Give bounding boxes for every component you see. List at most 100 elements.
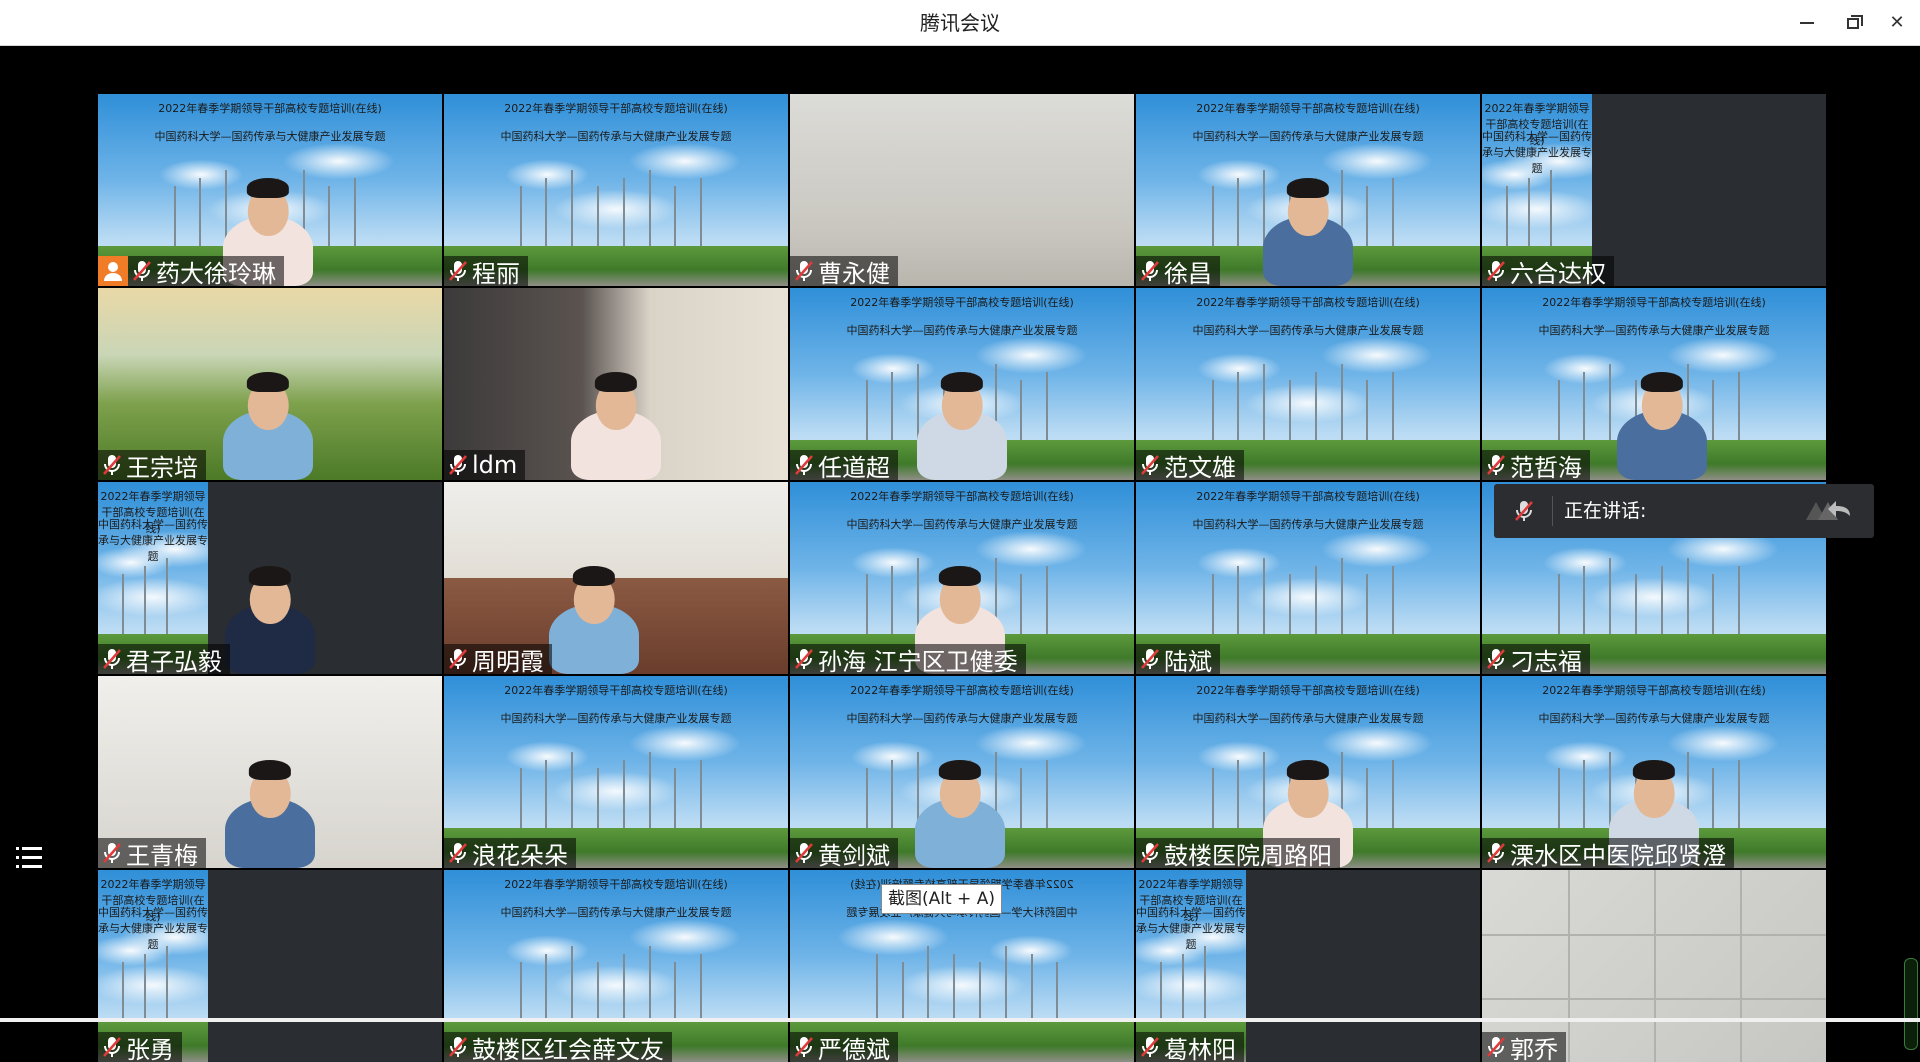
list-icon (8, 838, 52, 878)
participant-nameplate: 范哲海 (1482, 450, 1590, 480)
restore-icon (1847, 18, 1859, 29)
video-tile[interactable]: 2022年春季学期领导干部高校专题培训(在线)中国药科大学—国药传承与大健康产业… (98, 870, 442, 1062)
banner-line-2: 中国药科大学—国药传承与大健康产业发展专题 (790, 710, 1134, 726)
banner-line-2: 中国药科大学—国药传承与大健康产业发展专题 (1136, 710, 1480, 726)
video-tile[interactable]: 周明霞 (444, 482, 788, 674)
participant-video-person (915, 798, 1005, 868)
participant-name: 黄剑斌 (818, 836, 890, 869)
participant-name: 张勇 (126, 1030, 174, 1062)
video-tile[interactable]: 郭乔 (1482, 870, 1826, 1062)
mic-muted-icon (1486, 841, 1506, 865)
banner-line-1: 2022年春季学期领导干部高校专题培训(在线) (1136, 100, 1480, 116)
banner-line-2: 中国药科大学—国药传承与大健康产业发展专题 (1482, 322, 1826, 338)
participant-name: 范哲海 (1510, 448, 1582, 481)
participant-nameplate: 六合达权 (1482, 256, 1614, 286)
mic-muted-icon (1486, 453, 1506, 477)
speaking-indicator: 正在讲话: (1494, 484, 1874, 538)
participant-name: ldm (472, 451, 517, 479)
screenshot-tooltip: 截图(Alt + A) (881, 884, 1002, 914)
title-bar: 腾讯会议 ✕ (0, 0, 1920, 46)
video-tile[interactable]: 2022年春季学期领导干部高校专题培训(在线) 中国药科大学—国药传承与大健康产业… (1482, 288, 1826, 480)
participant-name: 曹永健 (818, 254, 890, 287)
side-scroll-handle[interactable] (1904, 958, 1918, 1050)
maximize-button[interactable] (1830, 0, 1876, 46)
participant-nameplate: 王青梅 (98, 838, 206, 868)
participant-video-person (549, 604, 639, 674)
video-tile[interactable]: 2022年春季学期领导干部高校专题培训(在线)中国药科大学—国药传承与大健康产业… (1136, 94, 1480, 286)
banner-line-2: 中国药科大学—国药传承与大健康产业发展专题 (1482, 128, 1592, 176)
mic-muted-icon (1486, 1035, 1506, 1059)
video-tile[interactable]: 2022年春季学期领导干部高校专题培训(在线)中国药科大学—国药传承与大健康产业… (98, 482, 442, 674)
participant-nameplate: 孙海 江宁区卫健委 (790, 644, 1026, 674)
banner-line-2: 中国药科大学—国药传承与大健康产业发展专题 (790, 516, 1134, 532)
video-tile[interactable]: 2022年春季学期领导干部高校专题培训(在线)中国药科大学—国药传承与大健康产业… (444, 870, 788, 1062)
participant-nameplate: 徐昌 (1136, 256, 1220, 286)
mic-muted-icon (794, 841, 814, 865)
video-tile[interactable]: ldm (444, 288, 788, 480)
mic-muted-icon (1486, 259, 1506, 283)
participant-name: 严德斌 (818, 1030, 890, 1062)
video-tile[interactable]: 2022年春季学期领导干部高校专题培训(在线)中国药科大学—国药传承与大健康产业… (1482, 94, 1826, 286)
banner-line-2: 中国药科大学—国药传承与大健康产业发展专题 (1136, 516, 1480, 532)
participant-name: 周明霞 (472, 642, 544, 675)
banner-line-1: 2022年春季学期领导干部高校专题培训(在线) (1482, 294, 1826, 310)
participant-name: 王青梅 (126, 836, 198, 869)
mic-muted-icon (448, 1035, 468, 1059)
participant-name: 任道超 (818, 448, 890, 481)
banner-line-1: 2022年春季学期领导干部高校专题培训(在线) (790, 488, 1134, 504)
participant-list-button[interactable] (8, 838, 52, 878)
video-tile[interactable]: 2022年春季学期领导干部高校专题培训(在线)中国药科大学—国药传承与大健康产业… (444, 94, 788, 286)
mic-muted-icon (1140, 841, 1160, 865)
participant-nameplate: 任道超 (790, 450, 898, 480)
banner-line-2: 中国药科大学—国药传承与大健康产业发展专题 (444, 128, 788, 144)
banner-line-2: 中国药科大学—国药传承与大健康产业发展专题 (98, 516, 208, 564)
participant-nameplate: 陆斌 (1136, 644, 1220, 674)
video-tile[interactable]: 王宗培 (98, 288, 442, 480)
banner-line-2: 中国药科大学—国药传承与大健康产业发展专题 (444, 710, 788, 726)
banner-line-1: 2022年春季学期领导干部高校专题培训(在线) (1482, 682, 1826, 698)
reply-icon[interactable] (1804, 496, 1856, 530)
mic-muted-icon (794, 259, 814, 283)
banner-line-2: 中国药科大学—国药传承与大健康产业发展专题 (98, 128, 442, 144)
mic-muted-icon (1140, 647, 1160, 671)
participant-name: 孙海 江宁区卫健委 (818, 642, 1018, 675)
video-tile[interactable]: 2022年春季学期领导干部高校专题培训(在线) 中国药科大学—国药传承与大健康产业… (790, 482, 1134, 674)
banner-line-1: 2022年春季学期领导干部高校专题培训(在线) (1136, 294, 1480, 310)
participant-name: 刁志福 (1510, 642, 1582, 675)
video-tile[interactable]: 曹永健 (790, 94, 1134, 286)
video-tile[interactable]: 2022年春季学期领导干部高校专题培训(在线)中国药科大学—国药传承与大健康产业… (1482, 676, 1826, 868)
close-icon: ✕ (1889, 12, 1904, 33)
mic-muted-icon (1140, 453, 1160, 477)
mic-muted-icon (102, 453, 122, 477)
minimize-button[interactable] (1784, 0, 1830, 46)
participant-name: 浪花朵朵 (472, 836, 568, 869)
banner-line-2: 中国药科大学—国药传承与大健康产业发展专题 (444, 904, 788, 920)
speaking-label: 正在讲话: (1564, 484, 1646, 538)
video-tile[interactable]: 2022年春季学期领导干部高校专题培训(在线)中国药科大学—国药传承与大健康产业… (790, 676, 1134, 868)
participant-video-person (1617, 410, 1707, 480)
mic-muted-icon (448, 647, 468, 671)
video-tile[interactable]: 2022年春季学期领导干部高校专题培训(在线)中国药科大学—国药传承与大健康产业… (98, 94, 442, 286)
close-button[interactable]: ✕ (1874, 0, 1920, 46)
participant-name: 君子弘毅 (126, 642, 222, 675)
banner-line-1: 2022年春季学期领导干部高校专题培训(在线) (1136, 682, 1480, 698)
video-tile[interactable]: 2022年春季学期领导干部高校专题培训(在线) 中国药科大学—国药传承与大健康产业… (1136, 676, 1480, 868)
participant-nameplate: 范文雄 (1136, 450, 1244, 480)
mic-muted-icon (1514, 499, 1534, 527)
participant-nameplate: 药大徐玲琳 (98, 256, 284, 286)
mic-muted-icon (448, 259, 468, 283)
banner-line-2: 中国药科大学—国药传承与大健康产业发展专题 (1136, 322, 1480, 338)
video-tile[interactable]: 2022年春季学期领导干部高校专题培训(在线)中国药科大学—国药传承与大健康产业… (1136, 482, 1480, 674)
video-tile[interactable]: 2022年春季学期领导干部高校专题培训(在线)中国药科大学—国药传承与大健康产业… (444, 676, 788, 868)
participant-name: 陆斌 (1164, 642, 1212, 675)
participant-name: 徐昌 (1164, 254, 1212, 287)
mic-muted-icon (1486, 647, 1506, 671)
video-tile[interactable]: 2022年春季学期领导干部高校专题培训(在线)中国药科大学—国药传承与大健康产业… (1136, 870, 1480, 1062)
video-tile[interactable]: 2022年春季学期领导干部高校专题培训(在线) 中国药科大学—国药传承与大健康产业… (1136, 288, 1480, 480)
video-tile[interactable]: 王青梅 (98, 676, 442, 868)
participant-nameplate: 张勇 (98, 1032, 182, 1062)
participant-name: 鼓楼区红会薛文友 (472, 1030, 664, 1062)
video-tile[interactable]: 2022年春季学期领导干部高校专题培训(在线)中国药科大学—国药传承与大健康产业… (790, 288, 1134, 480)
participant-video-person (225, 604, 315, 674)
participant-name: 六合达权 (1510, 254, 1606, 287)
